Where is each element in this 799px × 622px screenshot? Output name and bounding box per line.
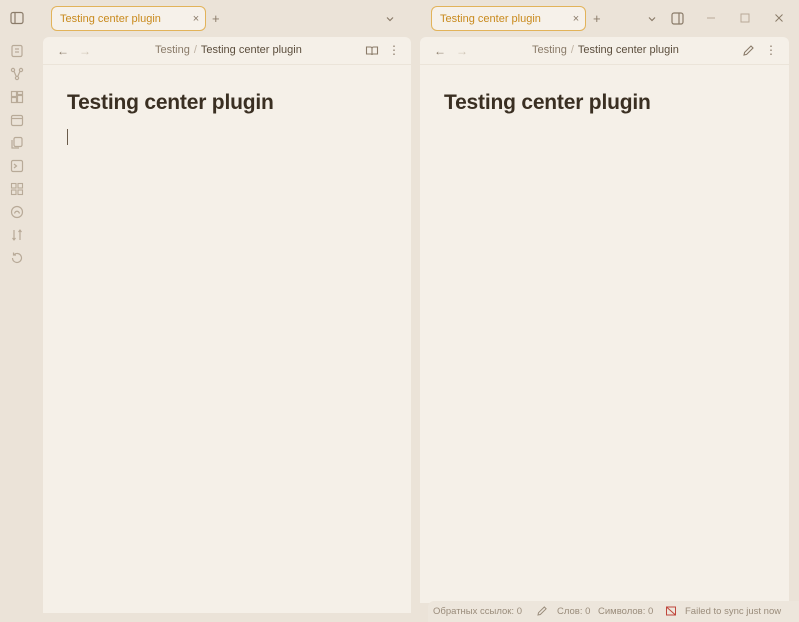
back-button[interactable]: ← [57,44,69,58]
tab-title: Testing center plugin [440,12,541,25]
left-ribbon [0,0,36,622]
editor-pane-right: ← → Testing / Testing center plugin ⋮ Test… [420,37,789,603]
reading-mode-icon[interactable] [364,43,379,58]
tab-title: Testing center plugin [60,12,161,25]
tab-list-chevron-icon[interactable] [646,13,658,25]
open-note-icon[interactable] [10,44,24,58]
breadcrumb-folder[interactable]: Testing [155,44,190,56]
tab-bar: Testing center plugin × + Testing center… [36,0,799,36]
new-tab-button[interactable]: + [212,11,220,26]
templates-icon[interactable] [10,136,24,150]
canvas-icon[interactable] [10,90,24,104]
breadcrumb-file[interactable]: Testing center plugin [578,44,679,56]
publish-icon[interactable] [10,205,24,219]
breadcrumb: Testing / Testing center plugin [532,44,679,56]
back-button[interactable]: ← [434,44,446,58]
edit-icon[interactable] [741,43,756,58]
pencil-icon[interactable] [536,605,548,617]
sidebar-toggle-icon[interactable] [10,11,26,27]
tab-left-note[interactable]: Testing center plugin × [51,6,206,31]
note-title[interactable]: Testing center plugin [67,91,274,115]
forward-button[interactable]: → [456,44,468,58]
view-header: ← → Testing / Testing center plugin ⋮ [43,37,411,65]
note-title: Testing center plugin [444,91,651,114]
breadcrumb-folder[interactable]: Testing [532,44,567,56]
more-options-button[interactable]: ⋮ [765,43,777,57]
dice-icon[interactable] [10,182,24,196]
forward-button[interactable]: → [79,44,91,58]
view-header: ← → Testing / Testing center plugin ⋮ [420,37,789,65]
sort-icon[interactable] [10,228,24,242]
terminal-icon[interactable] [10,159,24,173]
tab-right-note[interactable]: Testing center plugin × [431,6,586,31]
more-options-button[interactable]: ⋮ [388,43,400,57]
editor-pane-left: ← → Testing / Testing center plugin ⋮ Test… [43,37,411,613]
breadcrumb-file[interactable]: Testing center plugin [201,44,302,56]
char-count: Символов: 0 [598,606,654,617]
breadcrumb-separator: / [193,44,197,56]
calendar-icon[interactable] [10,113,24,127]
breadcrumb-separator: / [570,44,574,56]
sync-failed-icon[interactable] [665,605,677,617]
word-count: Слов: 0 [557,606,591,617]
maximize-icon[interactable] [738,11,752,25]
graph-icon[interactable] [10,67,24,81]
breadcrumb: Testing / Testing center plugin [155,44,302,56]
right-sidebar-toggle-icon[interactable] [670,11,684,25]
sync-status[interactable]: Failed to sync just now [685,606,781,617]
text-cursor [67,129,68,145]
status-bar: Обратных ссылок: 0 Слов: 0 Символов: 0 F… [428,601,799,622]
new-tab-button[interactable]: + [593,11,601,26]
tab-list-chevron-icon[interactable] [384,13,396,25]
history-icon[interactable] [10,251,24,265]
tab-close-button[interactable]: × [567,13,585,25]
backlinks-count[interactable]: Обратных ссылок: 0 [433,606,522,617]
minimize-icon[interactable] [704,11,718,25]
tab-close-button[interactable]: × [187,13,205,25]
close-window-icon[interactable] [772,11,786,25]
